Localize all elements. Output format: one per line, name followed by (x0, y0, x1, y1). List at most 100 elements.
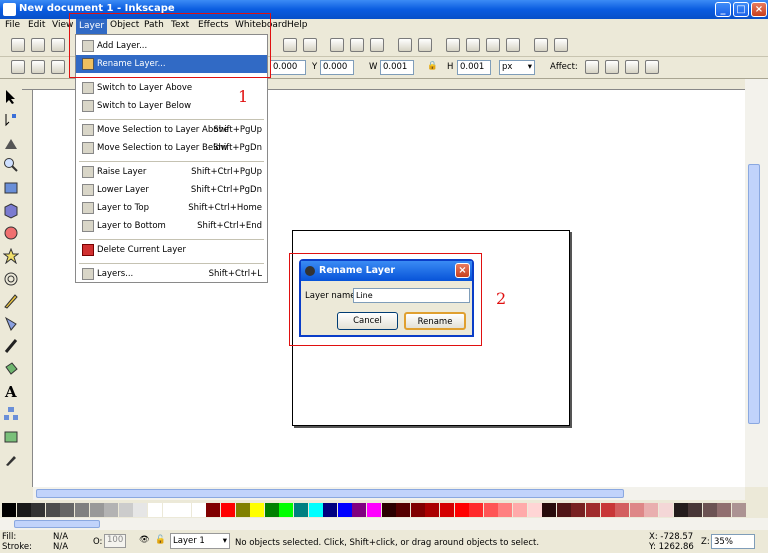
zoom-page-icon[interactable] (303, 38, 317, 52)
color-swatch[interactable] (308, 503, 323, 517)
duplicate-icon[interactable] (330, 38, 344, 52)
dropper-tool-icon[interactable] (3, 451, 19, 467)
ungroup-icon[interactable] (418, 38, 432, 52)
color-swatch[interactable] (16, 503, 31, 517)
color-swatch[interactable] (148, 503, 162, 517)
lock-icon[interactable]: 🔒 (427, 61, 438, 71)
spiral-tool-icon[interactable] (3, 271, 19, 287)
gradient-tool-icon[interactable] (3, 429, 19, 445)
color-swatch[interactable] (556, 503, 571, 517)
lock-layer-icon[interactable]: 🔓 (155, 535, 166, 545)
color-swatch[interactable] (104, 503, 119, 517)
color-swatch[interactable] (425, 503, 440, 517)
paint-bucket-tool-icon[interactable] (3, 361, 19, 377)
color-swatch[interactable] (250, 503, 265, 517)
vertical-ruler[interactable] (22, 90, 33, 487)
palette-scroll-thumb[interactable] (14, 520, 100, 528)
color-swatch[interactable] (629, 503, 644, 517)
menu-item-move-selection-above[interactable]: Move Selection to Layer Above Shift+PgUp (76, 121, 267, 139)
color-swatch[interactable] (31, 503, 46, 517)
cancel-button[interactable]: Cancel (337, 312, 398, 330)
color-swatch[interactable] (235, 503, 250, 517)
color-swatch[interactable] (513, 503, 527, 517)
select-all-icon[interactable] (11, 60, 25, 74)
vertical-scrollbar[interactable] (745, 79, 768, 487)
scale-stroke-icon[interactable] (585, 60, 599, 74)
fill-stroke-icon[interactable] (446, 38, 460, 52)
menu-help[interactable]: Help (287, 20, 308, 30)
color-swatch[interactable] (571, 503, 586, 517)
menu-item-lower-layer[interactable]: Lower Layer Shift+Ctrl+PgDn (76, 181, 267, 199)
document-properties-icon[interactable] (554, 38, 568, 52)
opacity-field[interactable]: 100 (104, 534, 126, 548)
menu-item-move-selection-below[interactable]: Move Selection to Layer Below Shift+PgDn (76, 139, 267, 157)
color-swatch[interactable] (615, 503, 630, 517)
color-swatch[interactable] (118, 503, 133, 517)
menu-item-layer-to-bottom[interactable]: Layer to Bottom Shift+Ctrl+End (76, 217, 267, 235)
close-window-button[interactable]: × (751, 2, 767, 17)
dialog-close-button[interactable]: × (455, 263, 470, 278)
color-swatch[interactable] (702, 503, 717, 517)
color-swatch[interactable] (352, 503, 367, 517)
color-swatch[interactable] (60, 503, 75, 517)
color-swatch[interactable] (162, 503, 177, 517)
color-swatch[interactable] (279, 503, 294, 517)
color-swatch[interactable] (381, 503, 396, 517)
color-swatch[interactable] (75, 503, 89, 517)
color-swatch[interactable] (396, 503, 411, 517)
open-icon[interactable] (31, 38, 45, 52)
x-field[interactable]: 0.000 (270, 60, 306, 75)
palette-scrollbar[interactable] (0, 518, 768, 530)
menu-file[interactable]: File (5, 20, 20, 30)
h-field[interactable]: 0.001 (457, 60, 491, 75)
tweak-tool-icon[interactable] (3, 135, 19, 151)
3d-box-tool-icon[interactable] (3, 203, 19, 219)
w-field[interactable]: 0.001 (380, 60, 414, 75)
transform-gradients-icon[interactable] (625, 60, 639, 74)
calligraphy-tool-icon[interactable] (3, 338, 19, 354)
menu-item-delete-layer[interactable]: Delete Current Layer (76, 241, 267, 259)
selector-tool-icon[interactable] (3, 89, 19, 105)
color-swatch[interactable] (469, 503, 484, 517)
menu-edit[interactable]: Edit (28, 20, 45, 30)
color-swatch[interactable] (483, 503, 498, 517)
clone-icon[interactable] (350, 38, 364, 52)
group-icon[interactable] (398, 38, 412, 52)
color-swatch[interactable] (294, 503, 308, 517)
color-swatch[interactable] (527, 503, 542, 517)
y-field[interactable]: 0.000 (320, 60, 354, 75)
deselect-icon[interactable] (51, 60, 65, 74)
color-swatch[interactable] (717, 503, 732, 517)
select-all-layers-icon[interactable] (31, 60, 45, 74)
node-tool-icon[interactable] (3, 112, 19, 128)
text-font-icon[interactable] (466, 38, 480, 52)
color-swatch[interactable] (410, 503, 425, 517)
preferences-icon[interactable] (534, 38, 548, 52)
menu-item-layers-dialog[interactable]: Layers... Shift+Ctrl+L (76, 265, 267, 283)
color-swatch[interactable] (440, 503, 454, 517)
rename-button[interactable]: Rename (404, 312, 466, 330)
xml-editor-icon[interactable] (486, 38, 500, 52)
star-tool-icon[interactable] (3, 248, 19, 264)
color-swatch[interactable] (133, 503, 148, 517)
unit-select[interactable]: px ▾ (499, 60, 535, 75)
color-swatch[interactable] (644, 503, 659, 517)
color-swatch[interactable] (367, 503, 381, 517)
pencil-tool-icon[interactable] (3, 293, 19, 309)
ellipse-tool-icon[interactable] (3, 225, 19, 241)
horizontal-scrollbar[interactable] (33, 487, 745, 500)
color-swatch[interactable] (337, 503, 352, 517)
transform-patterns-icon[interactable] (645, 60, 659, 74)
color-swatch[interactable] (89, 503, 104, 517)
color-swatch[interactable] (586, 503, 600, 517)
scale-corners-icon[interactable] (605, 60, 619, 74)
color-swatch[interactable] (454, 503, 469, 517)
eye-icon[interactable]: 👁 (139, 535, 150, 545)
menu-item-layer-to-top[interactable]: Layer to Top Shift+Ctrl+Home (76, 199, 267, 217)
new-document-icon[interactable] (11, 38, 25, 52)
menu-item-raise-layer[interactable]: Raise Layer Shift+Ctrl+PgUp (76, 163, 267, 181)
save-icon[interactable] (51, 38, 65, 52)
color-swatch[interactable] (191, 503, 206, 517)
zoom-drawing-icon[interactable] (283, 38, 297, 52)
layer-name-input[interactable]: Line (353, 288, 470, 303)
